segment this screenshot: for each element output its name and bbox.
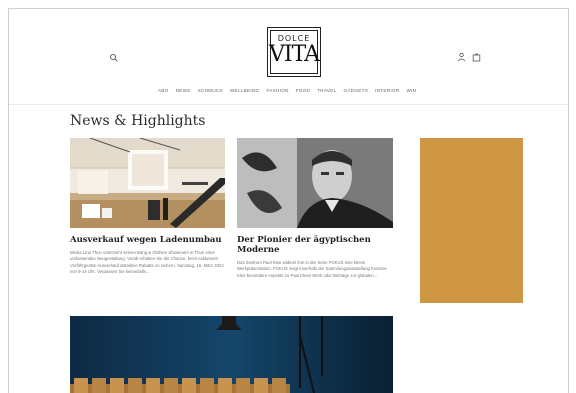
article-title[interactable]: Ausverkauf wegen Ladenumbau: [70, 235, 230, 245]
nav-item-schmuck[interactable]: SCHMUCK: [198, 88, 223, 93]
section-heading: News & Highlights: [70, 113, 206, 129]
nav-item-travel[interactable]: TRAVEL: [317, 88, 336, 93]
main-navigation: ABO NEWS SCHMUCK WELLBEING FASHION FOOD …: [158, 88, 416, 93]
article-image-portrait[interactable]: [237, 138, 393, 228]
nav-item-win[interactable]: WIN: [406, 88, 416, 93]
nav-item-gadgets[interactable]: GADGETS: [344, 88, 369, 93]
advertisement-block[interactable]: [420, 138, 523, 303]
article-image-interior[interactable]: [70, 316, 393, 393]
article-excerpt: Media Line Thun unterzieht seinen Bang &…: [70, 250, 224, 274]
article-excerpt: Das Zentrum Paul Klee widmet ihm in der …: [237, 260, 387, 278]
article-title[interactable]: Der Pionier der ägyptischen Moderne: [237, 235, 387, 255]
nav-item-wellbeing[interactable]: WELLBEING: [230, 88, 260, 93]
nav-item-abo[interactable]: ABO: [158, 88, 169, 93]
search-icon[interactable]: [109, 50, 119, 62]
nav-item-food[interactable]: FOOD: [296, 88, 310, 93]
account-icon[interactable]: [457, 49, 466, 62]
nav-item-news[interactable]: NEWS: [176, 88, 191, 93]
nav-item-fashion[interactable]: FASHION: [266, 88, 288, 93]
header-divider: [9, 104, 568, 105]
logo-bottom-text: VITA: [269, 42, 320, 67]
page-frame: DOLCE VITA ABO NEWS SCHMUCK WELLBEING FA…: [8, 8, 569, 393]
site-logo[interactable]: DOLCE VITA: [267, 27, 321, 77]
nav-item-interior[interactable]: INTERIOR: [375, 88, 399, 93]
cart-icon[interactable]: [472, 49, 481, 62]
article-image-showroom[interactable]: [70, 138, 225, 228]
